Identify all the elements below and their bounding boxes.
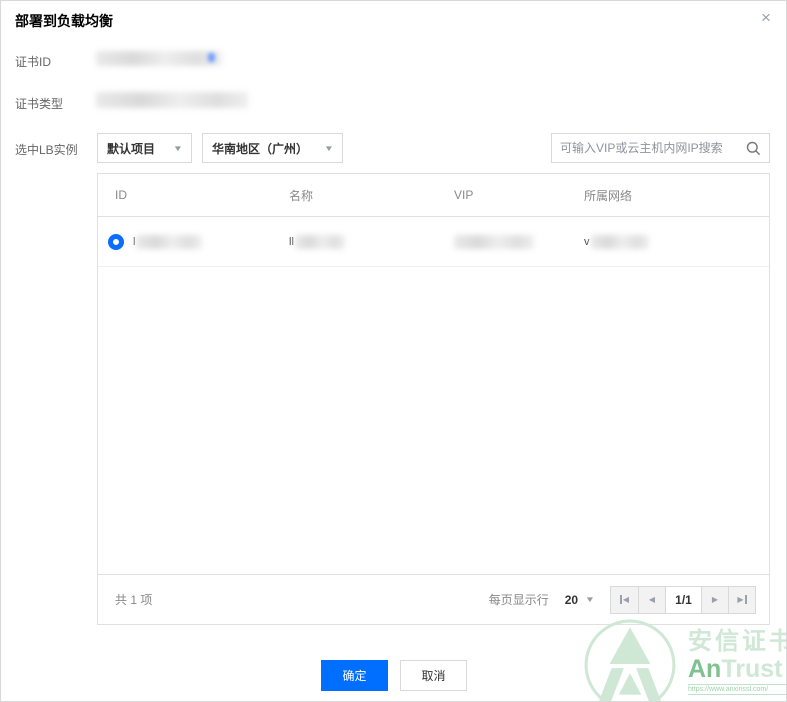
project-select-value: 默认项目 bbox=[107, 141, 156, 156]
table-header-row: ID 名称 VIP 所属网络 bbox=[98, 174, 769, 217]
cell-id: l bbox=[108, 233, 289, 250]
watermark-brand-cn: 安信证书 bbox=[688, 627, 787, 655]
prev-page-icon: ◀ bbox=[648, 595, 656, 604]
cell-vip bbox=[454, 234, 584, 249]
region-select-value: 华南地区（广州） bbox=[212, 141, 309, 156]
name-redacted-value bbox=[294, 234, 345, 249]
antrust-watermark: 安信证书 AnTrust https://www.anxinssl.com/ bbox=[582, 617, 787, 701]
lb-instance-label: 选中LB实例 bbox=[15, 143, 78, 157]
table-footer: 共 1 项 每页显示行 20 ▼ ◀ ◀ 1/1 ▶ ▶ bbox=[98, 574, 769, 624]
chevron-down-icon: ▼ bbox=[584, 595, 596, 604]
cert-type-redacted-value bbox=[96, 92, 248, 108]
search-box bbox=[551, 133, 770, 163]
region-select[interactable]: 华南地区（广州） ▼ bbox=[202, 133, 343, 163]
watermark-url: https://www.anxinssl.com/ bbox=[688, 684, 786, 696]
dialog-title: 部署到负载均衡 bbox=[15, 13, 113, 29]
search-icon[interactable] bbox=[746, 141, 761, 156]
last-page-button[interactable]: ▶ bbox=[728, 586, 755, 613]
total-count-text: 共 1 项 bbox=[115, 593, 153, 607]
page-size-value: 20 bbox=[564, 592, 579, 607]
first-page-bar bbox=[619, 595, 622, 604]
cert-id-label: 证书ID bbox=[15, 55, 52, 69]
watermark-an: An bbox=[688, 654, 722, 683]
cell-network: v bbox=[584, 234, 769, 249]
confirm-button[interactable]: 确定 bbox=[321, 660, 388, 691]
col-header-name: 名称 bbox=[289, 188, 314, 203]
chevron-down-icon: ▼ bbox=[172, 143, 184, 153]
first-page-button[interactable]: ◀ bbox=[611, 586, 638, 613]
id-stub: l bbox=[133, 235, 136, 248]
table-row[interactable]: l ll v bbox=[98, 217, 769, 267]
copy-icon[interactable] bbox=[208, 53, 215, 62]
last-page-bar bbox=[744, 595, 747, 604]
first-page-icon: ◀ bbox=[622, 595, 630, 604]
page-size-label: 每页显示行 bbox=[488, 593, 549, 607]
network-redacted-value bbox=[590, 234, 649, 249]
network-stub: v bbox=[584, 235, 590, 248]
search-input[interactable] bbox=[560, 141, 740, 155]
radio-selected-icon[interactable] bbox=[108, 233, 124, 250]
pagination: ◀ ◀ 1/1 ▶ ▶ bbox=[610, 585, 756, 614]
deploy-to-lb-dialog: 部署到负载均衡 × 证书ID 证书类型 选中LB实例 默认项目 ▼ 华南地区（广… bbox=[0, 0, 787, 702]
id-redacted-value bbox=[136, 234, 203, 249]
project-select[interactable]: 默认项目 ▼ bbox=[97, 133, 192, 163]
vip-redacted-value bbox=[454, 234, 534, 249]
cert-type-label: 证书类型 bbox=[15, 97, 64, 111]
prev-page-button[interactable]: ◀ bbox=[638, 586, 665, 613]
next-page-icon: ▶ bbox=[711, 595, 719, 604]
watermark-trust: Trust bbox=[721, 654, 783, 683]
col-header-network: 所属网络 bbox=[584, 188, 633, 203]
watermark-texts: 安信证书 AnTrust https://www.anxinssl.com/ bbox=[688, 621, 787, 696]
page-size-select[interactable]: 20 ▼ bbox=[564, 592, 596, 607]
last-page-icon: ▶ bbox=[737, 595, 744, 604]
cell-name: ll bbox=[289, 234, 454, 249]
chevron-down-icon: ▼ bbox=[323, 143, 335, 153]
antrust-logo-icon bbox=[584, 619, 676, 701]
next-page-button[interactable]: ▶ bbox=[701, 586, 728, 613]
cert-id-redacted-value bbox=[96, 51, 222, 66]
col-header-id: ID bbox=[115, 188, 127, 202]
name-stub: ll bbox=[289, 235, 294, 248]
watermark-brand-en: AnTrust bbox=[688, 654, 786, 683]
cancel-button[interactable]: 取消 bbox=[400, 660, 467, 691]
col-header-vip: VIP bbox=[454, 188, 474, 202]
page-indicator: 1/1 bbox=[665, 586, 701, 613]
close-icon[interactable]: × bbox=[761, 9, 771, 26]
lb-instance-table: ID 名称 VIP 所属网络 l ll v 共 1 项 每页显示行 20 ▼ ◀… bbox=[97, 173, 770, 625]
